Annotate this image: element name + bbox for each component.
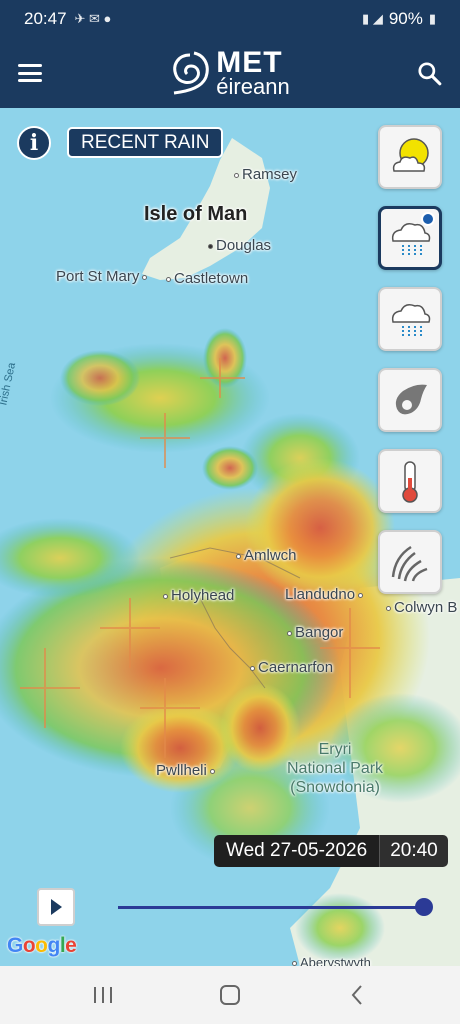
place-holyhead: Holyhead	[163, 587, 234, 604]
info-icon: i	[29, 130, 39, 156]
layer-label: RECENT RAIN	[67, 127, 224, 158]
play-icon	[51, 899, 62, 915]
place-llandudno: Llandudno	[285, 586, 366, 603]
isobar-icon	[391, 545, 428, 582]
menu-icon-line	[18, 79, 42, 82]
status-bar: 20:47 ✈ ✉ ● ▮ ◢ 90% ▮	[0, 0, 460, 38]
app-bar: MET éireann	[0, 38, 460, 108]
place-caernarfon: Caernarfon	[250, 659, 333, 676]
recent-apps-icon	[94, 987, 113, 1003]
met-eireann-logo: MET éireann	[168, 48, 290, 99]
place-castletown: Castletown	[166, 270, 248, 287]
rain-cloud-icon	[391, 304, 431, 338]
timestamp-time: 20:40	[379, 835, 448, 867]
layer-rain-button[interactable]	[378, 287, 442, 351]
place-douglas: Douglas	[208, 237, 271, 254]
place-isle-of-man: Isle of Man	[144, 203, 248, 225]
layer-forecast-button[interactable]	[378, 125, 442, 189]
layer-pressure-button[interactable]	[378, 530, 442, 594]
home-button[interactable]	[210, 975, 250, 1015]
timeline-slider-track[interactable]	[118, 906, 424, 909]
timestamp: Wed 27-05-2026 20:40	[214, 835, 448, 867]
home-icon	[219, 985, 240, 1005]
notification-icon: ✈ ✉ ●	[74, 11, 112, 26]
layer-selector	[378, 125, 442, 611]
radar-map[interactable]: Ramsey Isle of Man Douglas Port St Mary …	[0, 108, 460, 966]
layer-recent-rain-button[interactable]	[378, 206, 442, 270]
sun-cloud-icon	[392, 138, 429, 172]
info-button[interactable]: i	[17, 126, 51, 160]
thermometer-icon	[402, 461, 418, 503]
place-port-st-mary: Port St Mary	[56, 268, 150, 285]
back-button[interactable]	[337, 975, 377, 1015]
battery-percent: 90%	[388, 9, 423, 28]
layer-temperature-button[interactable]	[378, 449, 442, 513]
play-button[interactable]	[37, 888, 75, 926]
place-pwllheli: Pwllheli	[156, 762, 218, 779]
swirl-logo-icon	[173, 51, 210, 95]
place-ramsey: Ramsey	[234, 166, 297, 183]
place-amlwch: Amlwch	[236, 547, 297, 564]
layer-wind-button[interactable]	[378, 368, 442, 432]
google-attribution: Google	[7, 934, 77, 957]
status-time: 20:47	[24, 9, 67, 28]
battery-icon: ▮	[428, 11, 436, 26]
logo-sub-text: éireann	[216, 74, 290, 99]
timestamp-date: Wed 27-05-2026	[214, 835, 380, 867]
search-icon[interactable]	[416, 60, 442, 86]
menu-button[interactable]	[18, 64, 42, 82]
timeline-slider-thumb[interactable]	[415, 898, 433, 916]
back-icon	[351, 985, 362, 1005]
system-nav-bar	[0, 966, 460, 1024]
signal-icon: ▮ ◢	[362, 11, 383, 26]
place-eryri: Eryri National Park (Snowdonia)	[287, 741, 384, 797]
recent-apps-button[interactable]	[83, 975, 123, 1015]
place-bangor: Bangor	[287, 624, 343, 641]
wind-swirl-icon	[395, 384, 427, 415]
menu-icon-line	[18, 64, 42, 67]
active-indicator-icon	[421, 212, 435, 226]
place-aberystwyth: Aberystwyth	[292, 955, 371, 966]
menu-icon-line	[18, 71, 42, 75]
